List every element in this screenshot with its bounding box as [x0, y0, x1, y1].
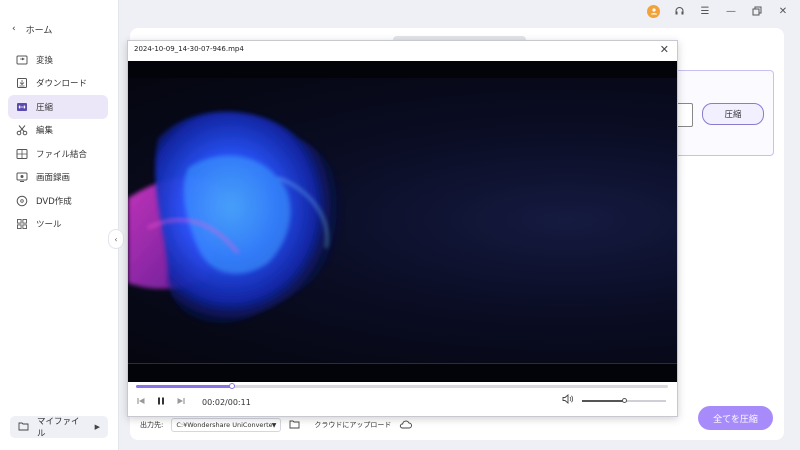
close-icon[interactable]: ✕ — [776, 4, 790, 18]
restore-icon[interactable] — [750, 4, 764, 18]
tools-icon — [16, 218, 28, 230]
sidebar-item-dvd[interactable]: DVD作成 — [8, 189, 108, 213]
volume-slider-fill — [582, 399, 624, 402]
video-frame[interactable] — [128, 61, 677, 382]
sidebar-item-label: 圧縮 — [36, 102, 54, 113]
skip-back-icon[interactable] — [136, 396, 146, 409]
skip-forward-icon[interactable] — [176, 396, 186, 409]
caret-right-icon: ▶ — [94, 423, 100, 431]
video-file-title: 2024-10-09_14-30-07-946.mp4 — [134, 45, 244, 53]
sidebar-item-label: ダウンロード — [36, 79, 88, 90]
home-link[interactable]: ‹ ホーム — [12, 20, 52, 38]
sidebar-item-label: DVD作成 — [36, 196, 72, 207]
sidebar-item-label: 画面録画 — [36, 173, 71, 184]
pause-icon[interactable] — [156, 396, 166, 409]
support-icon[interactable] — [672, 4, 686, 18]
merge-icon — [16, 148, 28, 160]
volume-slider-handle[interactable] — [622, 397, 627, 403]
my-file-button[interactable]: マイファイル ▶ — [10, 416, 108, 439]
minimize-icon[interactable]: — — [724, 4, 738, 18]
output-path-value: C:¥Wondershare UniConverter 1 — [176, 421, 272, 429]
folder-icon — [18, 421, 29, 434]
seek-bar-handle[interactable] — [228, 383, 235, 389]
compress-button[interactable]: 圧縮 — [702, 103, 764, 125]
sidebar-item-edit[interactable]: 編集 — [8, 119, 108, 143]
sidebar-nav: 変換 ダウンロード 圧縮 編集 ファイル結合 画面録画 DVD作成 ツール — [8, 48, 108, 236]
window-controls: ☰ — ✕ — [647, 4, 790, 18]
cloud-upload-label: クラウドにアップロード — [314, 421, 392, 429]
sidebar-item-merge[interactable]: ファイル結合 — [8, 142, 108, 166]
seek-bar[interactable] — [136, 383, 668, 389]
sidebar-item-compress[interactable]: 圧縮 — [8, 95, 108, 119]
video-scanline — [128, 363, 677, 364]
playback-time: 00:02/00:11 — [202, 397, 251, 407]
sidebar-item-label: 変換 — [36, 55, 54, 66]
menu-icon[interactable]: ☰ — [698, 4, 712, 18]
sidebar-item-convert[interactable]: 変換 — [8, 48, 108, 72]
folder-open-icon[interactable] — [289, 419, 300, 431]
seek-bar-fill — [136, 385, 232, 388]
output-bar: 出力先: C:¥Wondershare UniConverter 1 ▼ クラウ… — [140, 418, 413, 432]
screen-record-icon — [16, 171, 28, 183]
sidebar: ‹ ホーム 変換 ダウンロード 圧縮 編集 ファイル結合 画面録画 DVD作成 … — [0, 0, 119, 450]
dvd-icon — [16, 195, 28, 207]
video-image — [128, 111, 345, 324]
scissors-icon — [16, 124, 28, 136]
video-content — [128, 78, 677, 363]
compress-icon — [16, 101, 28, 113]
home-label: ホーム — [25, 25, 53, 36]
cloud-icon[interactable] — [399, 420, 413, 431]
output-label: 出力先: — [140, 421, 164, 429]
chevron-down-icon: ▼ — [271, 421, 277, 429]
playback-controls: 00:02/00:11 — [136, 395, 251, 409]
sidebar-item-label: ファイル結合 — [36, 149, 88, 160]
sidebar-item-screen-record[interactable]: 画面録画 — [8, 166, 108, 190]
sidebar-item-label: ツール — [36, 220, 62, 231]
speaker-icon[interactable] — [562, 394, 574, 407]
close-icon[interactable]: ✕ — [660, 43, 669, 56]
sidebar-item-tools[interactable]: ツール — [8, 213, 108, 237]
sidebar-item-label: 編集 — [36, 126, 54, 137]
my-file-label: マイファイル — [37, 417, 80, 439]
volume-control — [562, 394, 666, 407]
compress-all-button[interactable]: 全てを圧縮 — [698, 406, 773, 430]
download-icon — [16, 77, 28, 89]
sidebar-item-download[interactable]: ダウンロード — [8, 72, 108, 96]
volume-slider[interactable] — [582, 397, 666, 403]
chevron-left-icon: ‹ — [12, 24, 16, 34]
sidebar-collapse-button[interactable]: ‹ — [108, 229, 124, 249]
convert-icon — [16, 54, 28, 66]
output-path-select[interactable]: C:¥Wondershare UniConverter 1 ▼ — [171, 418, 282, 432]
user-avatar[interactable] — [647, 4, 660, 18]
chevron-left-icon: ‹ — [114, 234, 118, 244]
video-player-window: 2024-10-09_14-30-07-946.mp4 ✕ 00:02/00:1… — [127, 40, 678, 417]
